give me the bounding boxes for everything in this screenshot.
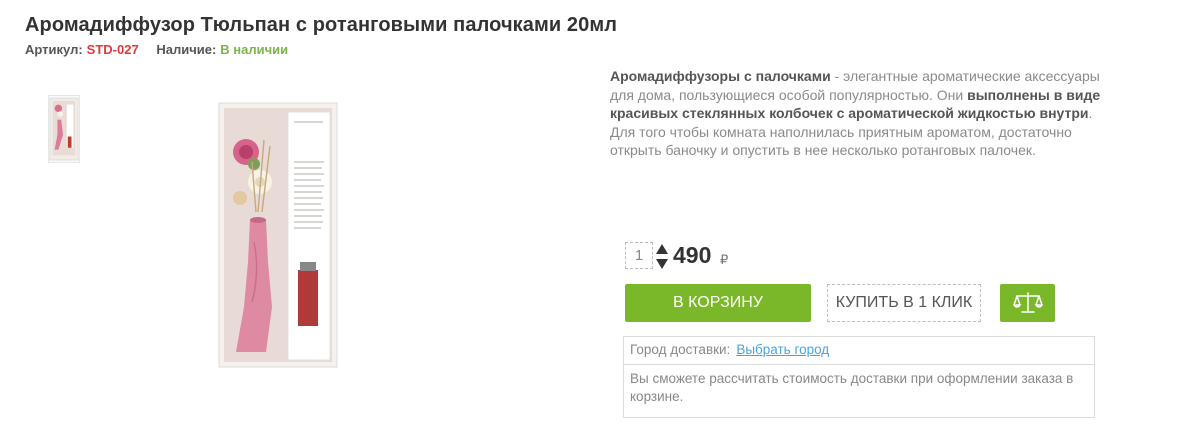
product-meta: Артикул: STD-027 Наличие: В наличии — [25, 42, 288, 57]
sku-value: STD-027 — [86, 42, 139, 57]
quantity-input[interactable]: 1 — [625, 242, 653, 269]
buy-one-click-button[interactable]: КУПИТЬ В 1 КЛИК — [827, 284, 981, 322]
add-to-cart-button[interactable]: В КОРЗИНУ — [625, 284, 811, 322]
select-city-link[interactable]: Выбрать город — [736, 342, 829, 357]
up-down-arrows-icon[interactable] — [656, 244, 668, 270]
stock-label: Наличие: — [156, 42, 217, 57]
description-bold-1: Аромадиффузоры с палочками — [610, 68, 831, 84]
thumbnail-image — [49, 97, 79, 161]
product-main-image — [218, 102, 338, 368]
delivery-city-label: Город доставки: — [630, 342, 731, 357]
sku-label: Артикул: — [25, 42, 83, 57]
delivery-panel: Город доставки: Выбрать город Вы сможете … — [623, 336, 1095, 418]
product-thumbnail[interactable] — [48, 95, 80, 163]
delivery-note: Вы сможете рассчитать стоимость доставки… — [630, 371, 1074, 404]
price-value: 490 — [673, 242, 712, 268]
currency-symbol: ₽ — [720, 252, 729, 267]
delivery-city-row: Город доставки: Выбрать город — [624, 337, 1094, 365]
scales-icon — [1012, 292, 1043, 313]
compare-button[interactable] — [1000, 284, 1055, 322]
stock-status: В наличии — [220, 42, 289, 57]
product-description: Аромадиффузоры с палочками - элегантные … — [610, 67, 1110, 160]
diffuser-illustration — [218, 102, 338, 368]
product-title: Аромадиффузор Тюльпан с ротанговыми пало… — [25, 14, 618, 36]
